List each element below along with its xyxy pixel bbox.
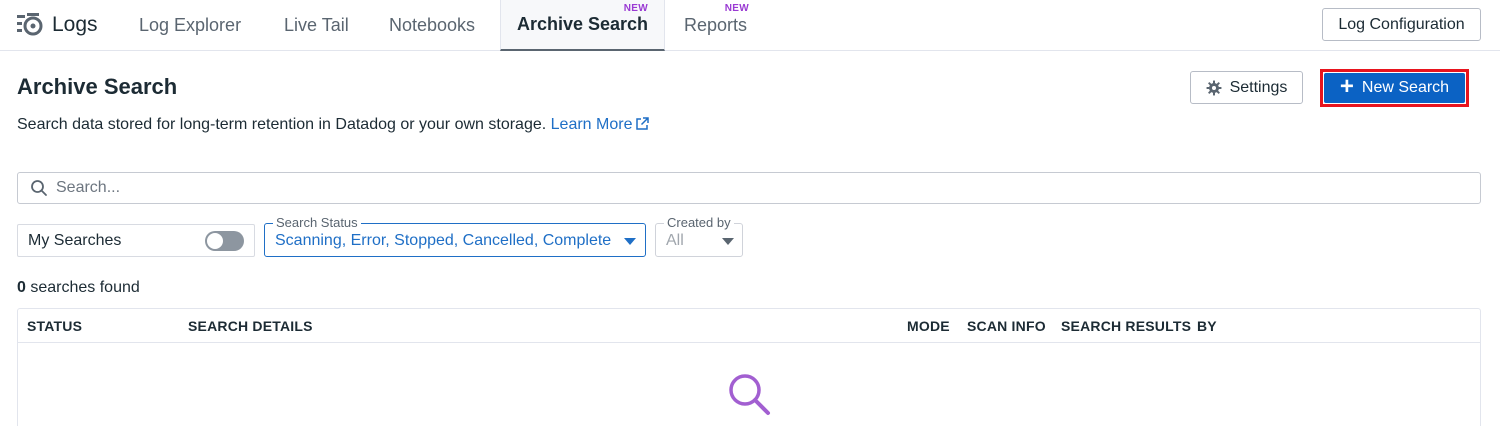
search-bar[interactable] xyxy=(17,172,1481,204)
my-searches-label: My Searches xyxy=(28,231,122,249)
tab-archive-search[interactable]: Archive Search NEW xyxy=(500,0,665,51)
plus-icon: + xyxy=(1339,73,1354,100)
results-table: STATUS SEARCH DETAILS MODE SCAN INFO SEA… xyxy=(17,308,1481,426)
subtitle-text: Search data stored for long-term retenti… xyxy=(17,116,547,133)
tab-label: Notebooks xyxy=(389,15,476,35)
empty-state-search-icon xyxy=(728,373,772,422)
results-count-suffix: searches found xyxy=(30,279,140,296)
tab-notebooks[interactable]: Notebooks xyxy=(389,0,475,51)
column-header-scan-info[interactable]: SCAN INFO xyxy=(967,318,1046,334)
column-header-mode[interactable]: MODE xyxy=(907,318,950,334)
settings-label: Settings xyxy=(1229,78,1288,96)
tab-label: Log Explorer xyxy=(139,15,242,35)
brand-label: Logs xyxy=(52,13,98,36)
tab-reports[interactable]: Reports NEW xyxy=(684,0,754,51)
brand[interactable]: Logs xyxy=(16,10,98,40)
search-input[interactable] xyxy=(56,179,1436,197)
new-search-button[interactable]: + New Search xyxy=(1324,73,1465,103)
logs-icon xyxy=(16,11,44,39)
my-searches-filter[interactable]: My Searches xyxy=(17,224,255,257)
new-search-label: New Search xyxy=(1361,79,1450,96)
gear-icon xyxy=(1206,80,1222,96)
page-title: Archive Search xyxy=(17,74,178,99)
log-configuration-button[interactable]: Log Configuration xyxy=(1322,8,1481,41)
tab-live-tail[interactable]: Live Tail xyxy=(284,0,349,51)
column-header-search-results[interactable]: SEARCH RESULTS xyxy=(1061,318,1191,334)
created-by-legend: Created by xyxy=(664,215,734,231)
search-status-legend: Search Status xyxy=(273,215,361,231)
search-status-select[interactable]: Search Status Scanning, Error, Stopped, … xyxy=(264,215,646,257)
column-header-by[interactable]: BY xyxy=(1197,318,1217,334)
settings-button[interactable]: Settings xyxy=(1190,71,1303,104)
external-link-icon xyxy=(635,117,650,136)
results-count: 0 searches found xyxy=(17,279,140,297)
table-header: STATUS SEARCH DETAILS MODE SCAN INFO SEA… xyxy=(18,309,1480,343)
new-badge: NEW xyxy=(724,3,749,14)
tab-log-explorer[interactable]: Log Explorer xyxy=(139,0,241,51)
chevron-down-icon xyxy=(722,238,734,245)
results-count-number: 0 xyxy=(17,279,26,296)
tab-label: Reports xyxy=(684,15,748,35)
toggle-knob xyxy=(207,233,223,249)
search-icon xyxy=(30,179,48,197)
created-by-select[interactable]: Created by All xyxy=(655,215,743,257)
column-header-search-details[interactable]: SEARCH DETAILS xyxy=(188,318,313,334)
top-navigation: Logs Log Explorer Live Tail Notebooks Ar… xyxy=(0,0,1500,51)
page-subtitle: Search data stored for long-term retenti… xyxy=(17,116,650,136)
learn-more-label: Learn More xyxy=(550,116,633,133)
tab-label: Live Tail xyxy=(284,15,349,35)
search-status-value: Scanning, Error, Stopped, Cancelled, Com… xyxy=(275,232,612,249)
new-badge: NEW xyxy=(623,3,648,14)
column-header-status[interactable]: STATUS xyxy=(27,318,82,334)
chevron-down-icon xyxy=(624,238,636,245)
created-by-value: All xyxy=(666,232,684,249)
learn-more-link[interactable]: Learn More xyxy=(551,116,650,133)
my-searches-toggle[interactable] xyxy=(205,231,244,251)
tab-label: Archive Search xyxy=(516,14,649,34)
